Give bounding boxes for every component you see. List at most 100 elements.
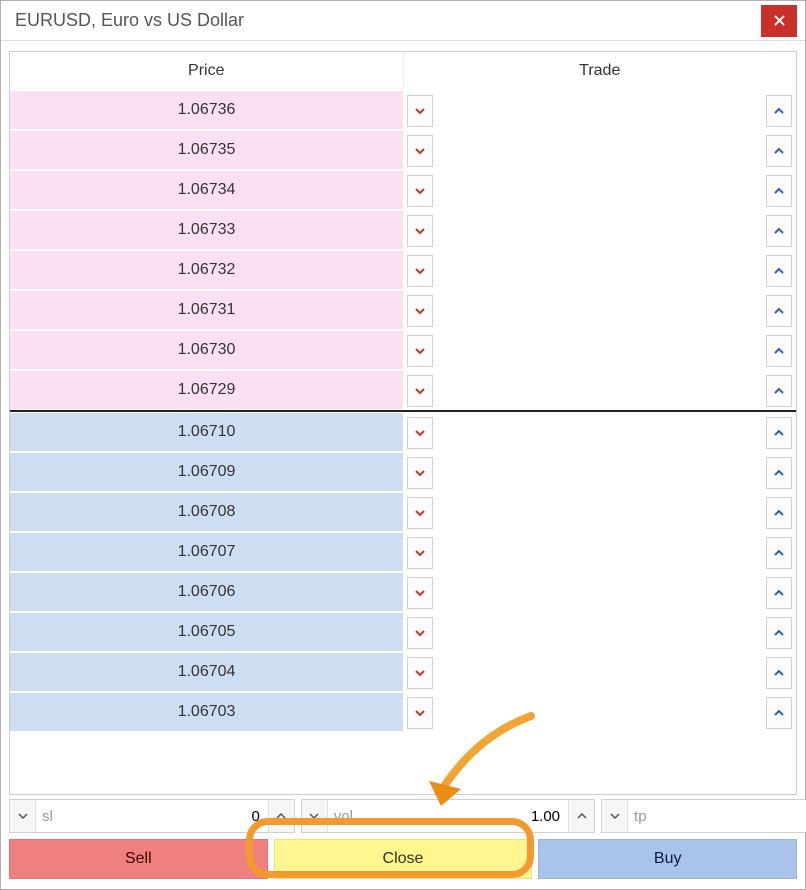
chevron-down-icon bbox=[414, 187, 426, 195]
price-buy-button[interactable] bbox=[766, 417, 792, 449]
table-row: 1.06707 bbox=[10, 532, 796, 572]
price-sell-button[interactable] bbox=[407, 135, 433, 167]
table-row: 1.06710 bbox=[10, 412, 796, 452]
price-buy-button[interactable] bbox=[766, 577, 792, 609]
footer: sl vol tp bbox=[1, 795, 805, 889]
chevron-up-icon bbox=[773, 147, 785, 155]
tp-input[interactable] bbox=[647, 800, 806, 832]
price-sell-button[interactable] bbox=[407, 295, 433, 327]
price-sell-button[interactable] bbox=[407, 95, 433, 127]
price-sell-button[interactable] bbox=[407, 577, 433, 609]
table-row: 1.06734 bbox=[10, 170, 796, 210]
chevron-down-icon bbox=[18, 813, 28, 819]
price-buy-button[interactable] bbox=[766, 697, 792, 729]
price-cell: 1.06705 bbox=[10, 613, 403, 652]
price-cell: 1.06734 bbox=[10, 171, 403, 210]
sl-increase-button[interactable] bbox=[268, 800, 294, 832]
trade-cell bbox=[403, 91, 796, 130]
price-sell-button[interactable] bbox=[407, 537, 433, 569]
price-sell-button[interactable] bbox=[407, 457, 433, 489]
price-sell-button[interactable] bbox=[407, 497, 433, 529]
trade-cell bbox=[403, 693, 796, 732]
price-cell: 1.06703 bbox=[10, 693, 403, 732]
trade-cell bbox=[403, 453, 796, 492]
chevron-down-icon bbox=[414, 387, 426, 395]
price-sell-button[interactable] bbox=[407, 617, 433, 649]
price-cell: 1.06706 bbox=[10, 573, 403, 612]
price-buy-button[interactable] bbox=[766, 497, 792, 529]
chevron-up-icon bbox=[773, 429, 785, 437]
table-row: 1.06705 bbox=[10, 612, 796, 652]
dom-rows: 1.067361.067351.067341.067331.067321.067… bbox=[9, 90, 797, 795]
price-sell-button[interactable] bbox=[407, 657, 433, 689]
table-row: 1.06731 bbox=[10, 290, 796, 330]
chevron-up-icon bbox=[773, 589, 785, 597]
price-buy-button[interactable] bbox=[766, 135, 792, 167]
table-row: 1.06732 bbox=[10, 250, 796, 290]
chevron-down-icon bbox=[414, 147, 426, 155]
price-sell-button[interactable] bbox=[407, 335, 433, 367]
price-buy-button[interactable] bbox=[766, 175, 792, 207]
price-cell: 1.06733 bbox=[10, 211, 403, 250]
vol-decrease-button[interactable] bbox=[302, 800, 328, 832]
dom-trade-window: EURUSD, Euro vs US Dollar Price Trade 1.… bbox=[0, 0, 806, 890]
sl-spinner: sl bbox=[9, 799, 295, 833]
chevron-down-icon bbox=[414, 469, 426, 477]
price-buy-button[interactable] bbox=[766, 335, 792, 367]
table-row: 1.06708 bbox=[10, 492, 796, 532]
price-sell-button[interactable] bbox=[407, 375, 433, 407]
chevron-down-icon bbox=[414, 549, 426, 557]
chevron-down-icon bbox=[414, 509, 426, 517]
price-sell-button[interactable] bbox=[407, 697, 433, 729]
price-buy-button[interactable] bbox=[766, 295, 792, 327]
inputs-row: sl vol tp bbox=[9, 799, 797, 833]
sl-input[interactable] bbox=[53, 800, 268, 832]
chevron-up-icon bbox=[773, 187, 785, 195]
titlebar: EURUSD, Euro vs US Dollar bbox=[1, 1, 805, 41]
trade-cell bbox=[403, 331, 796, 370]
trade-cell bbox=[403, 653, 796, 692]
price-buy-button[interactable] bbox=[766, 617, 792, 649]
price-buy-button[interactable] bbox=[766, 255, 792, 287]
buy-button[interactable]: Buy bbox=[538, 839, 797, 879]
window-close-button[interactable] bbox=[761, 5, 797, 37]
price-sell-button[interactable] bbox=[407, 417, 433, 449]
table-row: 1.06706 bbox=[10, 572, 796, 612]
trade-cell bbox=[403, 613, 796, 652]
table-row: 1.06729 bbox=[10, 370, 796, 410]
price-buy-button[interactable] bbox=[766, 537, 792, 569]
price-buy-button[interactable] bbox=[766, 457, 792, 489]
chevron-down-icon bbox=[414, 709, 426, 717]
chevron-up-icon bbox=[276, 813, 286, 819]
table-row: 1.06704 bbox=[10, 652, 796, 692]
price-cell: 1.06710 bbox=[10, 413, 403, 452]
close-position-button[interactable]: Close bbox=[274, 839, 533, 879]
price-buy-button[interactable] bbox=[766, 375, 792, 407]
chevron-down-icon bbox=[610, 813, 620, 819]
tp-decrease-button[interactable] bbox=[602, 800, 628, 832]
chevron-down-icon bbox=[414, 267, 426, 275]
chevron-down-icon bbox=[414, 107, 426, 115]
chevron-down-icon bbox=[414, 429, 426, 437]
price-cell: 1.06732 bbox=[10, 251, 403, 290]
chevron-down-icon bbox=[414, 307, 426, 315]
price-buy-button[interactable] bbox=[766, 657, 792, 689]
header-price: Price bbox=[10, 52, 404, 90]
price-cell: 1.06729 bbox=[10, 371, 403, 410]
chevron-down-icon bbox=[414, 589, 426, 597]
sell-button[interactable]: Sell bbox=[9, 839, 268, 879]
chevron-up-icon bbox=[773, 387, 785, 395]
price-buy-button[interactable] bbox=[766, 215, 792, 247]
vol-increase-button[interactable] bbox=[568, 800, 594, 832]
chevron-up-icon bbox=[773, 669, 785, 677]
sl-decrease-button[interactable] bbox=[10, 800, 36, 832]
price-sell-button[interactable] bbox=[407, 215, 433, 247]
price-sell-button[interactable] bbox=[407, 175, 433, 207]
trade-cell bbox=[403, 131, 796, 170]
vol-input[interactable] bbox=[353, 800, 568, 832]
price-sell-button[interactable] bbox=[407, 255, 433, 287]
price-cell: 1.06704 bbox=[10, 653, 403, 692]
tp-placeholder: tp bbox=[628, 808, 647, 825]
price-buy-button[interactable] bbox=[766, 95, 792, 127]
table-row: 1.06735 bbox=[10, 130, 796, 170]
